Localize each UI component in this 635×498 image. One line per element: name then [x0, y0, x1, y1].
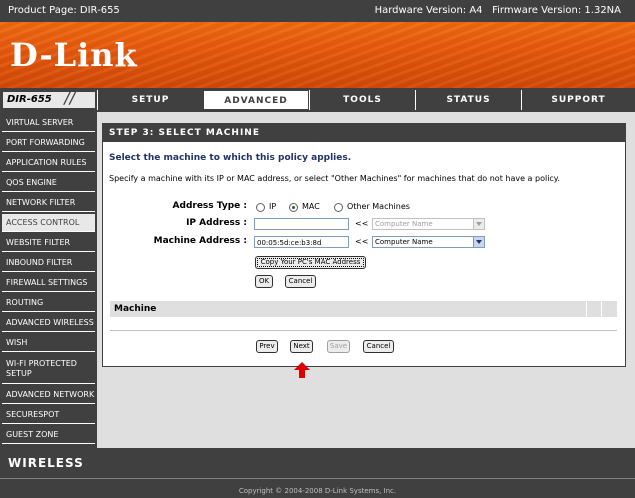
sidebar-item-virtual-server[interactable]: VIRTUAL SERVER — [2, 114, 95, 132]
tab-setup[interactable]: SETUP — [97, 90, 203, 110]
tab-tools[interactable]: TOOLS — [309, 90, 415, 110]
wireless-label: WIRELESS — [8, 456, 84, 470]
cancel-machine-button[interactable]: Cancel — [285, 275, 316, 288]
machine-column-header: Machine — [114, 304, 157, 314]
slashes-decoration: // — [64, 88, 75, 107]
column-divider — [586, 301, 587, 317]
machine-address-input[interactable]: 00:05:5d:ce:b3:8d — [254, 236, 349, 248]
radio-mac-label: MAC — [302, 202, 320, 211]
header-banner: D-Link — [0, 22, 635, 88]
radio-other-machines-label: Other Machines — [347, 202, 410, 211]
radio-other-machines[interactable] — [334, 203, 343, 212]
panel-description: Specify a machine with its IP or MAC add… — [109, 174, 560, 183]
sidebar-item-wifi-protected-setup[interactable]: WI-FI PROTECTED SETUP — [2, 354, 95, 384]
tab-support[interactable]: SUPPORT — [521, 90, 635, 110]
machine-table-header: Machine — [110, 301, 617, 317]
save-button[interactable]: Save — [327, 340, 350, 353]
copyright-text: Copyright © 2004-2008 D-Link Systems, In… — [238, 487, 397, 495]
sidebar-item-firewall-settings[interactable]: FIREWALL SETTINGS — [2, 274, 95, 292]
footer-brand-bar: WIRELESS — [0, 448, 635, 478]
sidebar-item-advanced-wireless[interactable]: ADVANCED WIRELESS — [2, 314, 95, 332]
cancel-wizard-button[interactable]: Cancel — [363, 340, 394, 353]
radio-ip[interactable] — [256, 203, 265, 212]
sidebar-item-routing[interactable]: ROUTING — [2, 294, 95, 312]
ip-address-label: IP Address : — [186, 218, 247, 228]
model-label: DIR-655 — [7, 94, 52, 105]
sidebar-item-website-filter[interactable]: WEBSITE FILTER — [2, 234, 95, 252]
ip-address-input[interactable] — [254, 218, 349, 230]
sidebar-item-advanced-network[interactable]: ADVANCED NETWORK — [2, 386, 95, 404]
radio-ip-label: IP — [269, 202, 277, 211]
panel-heading: STEP 3: SELECT MACHINE — [103, 124, 625, 142]
copyright-footer: Copyright © 2004-2008 D-Link Systems, In… — [0, 478, 635, 498]
chevron-down-icon — [473, 219, 484, 229]
next-button[interactable]: Next — [290, 340, 313, 353]
top-nav: DIR-655 // SETUP ADVANCED TOOLS STATUS S… — [0, 88, 635, 112]
sidebar-item-wish[interactable]: WISH — [2, 334, 95, 352]
machine-address-label: Machine Address : — [153, 236, 247, 246]
sidebar-item-qos-engine[interactable]: QOS ENGINE — [2, 174, 95, 192]
address-type-label: Address Type : — [172, 201, 247, 211]
sidebar-item-application-rules[interactable]: APPLICATION RULES — [2, 154, 95, 172]
select-machine-panel: STEP 3: SELECT MACHINE Select the machin… — [102, 123, 626, 367]
column-divider — [601, 301, 602, 317]
copy-mac-address-button[interactable]: Copy Your PC's MAC Address — [255, 256, 366, 269]
sidebar-item-network-filter[interactable]: NETWORK FILTER — [2, 194, 95, 212]
red-arrow-up-icon — [294, 362, 310, 378]
model-badge: DIR-655 // — [3, 88, 95, 108]
sidebar-item-port-forwarding[interactable]: PORT FORWARDING — [2, 134, 95, 152]
sidebar-item-access-control[interactable]: ACCESS CONTROL — [2, 214, 95, 232]
tab-advanced[interactable]: ADVANCED — [203, 90, 309, 110]
sidebar-item-inbound-filter[interactable]: INBOUND FILTER — [2, 254, 95, 272]
machine-computer-name-value: Computer Name — [375, 238, 433, 246]
dlink-logo: D-Link — [10, 36, 138, 74]
sidebar: VIRTUAL SERVER PORT FORWARDING APPLICATI… — [0, 112, 97, 448]
top-info-bar: Product Page: DIR-655 Hardware Version: … — [0, 0, 635, 22]
table-divider — [110, 330, 617, 331]
ip-copy-arrows: << — [355, 219, 369, 228]
ok-button[interactable]: OK — [255, 275, 273, 288]
tab-status[interactable]: STATUS — [415, 90, 521, 110]
version-text: Hardware Version: A4 Firmware Version: 1… — [374, 5, 621, 16]
machine-computer-name-select[interactable]: Computer Name — [372, 236, 485, 248]
prev-button[interactable]: Prev — [256, 340, 278, 353]
sidebar-item-guest-zone[interactable]: GUEST ZONE — [2, 426, 95, 444]
product-page-text: Product Page: DIR-655 — [8, 5, 120, 16]
radio-mac[interactable] — [289, 203, 298, 212]
ip-computer-name-select[interactable]: Computer Name — [372, 218, 485, 230]
panel-subtitle: Select the machine to which this policy … — [109, 153, 352, 163]
ip-computer-name-value: Computer Name — [375, 220, 433, 228]
sidebar-item-securespot[interactable]: SECURESPOT — [2, 406, 95, 424]
chevron-down-icon — [473, 237, 484, 247]
machine-copy-arrows: << — [355, 237, 369, 246]
